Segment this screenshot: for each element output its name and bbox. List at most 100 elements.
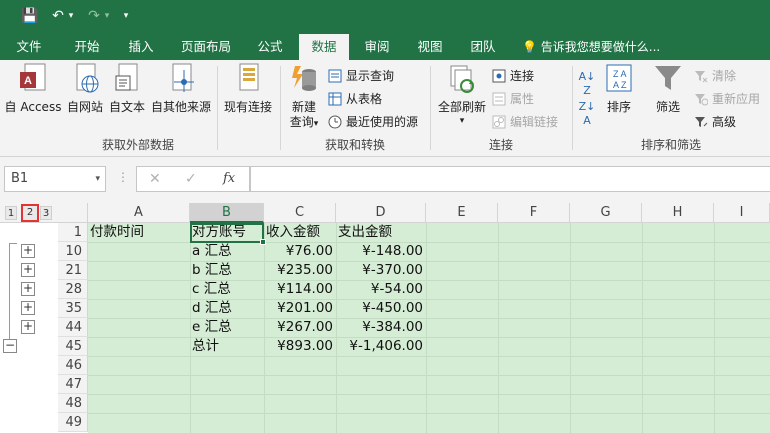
from-table-button[interactable]: 从表格	[328, 89, 382, 109]
outline-level-1-button[interactable]: 1	[5, 206, 17, 220]
existing-connections-button[interactable]: 现有连接	[220, 62, 276, 115]
outline-level-2-button[interactable]: 2	[21, 204, 39, 222]
cell-b44[interactable]: e 汇总	[192, 318, 264, 337]
expand-group-button[interactable]: +	[21, 244, 35, 258]
tab-home[interactable]: 开始	[60, 34, 114, 60]
connections-button[interactable]: 连接	[492, 66, 534, 86]
cell-b45[interactable]: 总计	[192, 337, 264, 356]
cell-a1[interactable]: 付款时间	[90, 223, 190, 242]
redo-icon[interactable]: ↷	[86, 6, 102, 26]
filter-button[interactable]: 筛选	[648, 62, 688, 115]
row-header[interactable]: 44	[58, 318, 88, 337]
enter-icon[interactable]: ✓	[185, 171, 197, 187]
expand-group-button[interactable]: +	[21, 282, 35, 296]
cell-c21[interactable]: ¥235.00	[264, 261, 336, 280]
from-table-label: 从表格	[346, 92, 383, 106]
cell-d35[interactable]: ¥-450.00	[336, 299, 426, 318]
cell-b28[interactable]: c 汇总	[192, 280, 264, 299]
cell-c44[interactable]: ¥267.00	[264, 318, 336, 337]
row-header[interactable]: 28	[58, 280, 88, 299]
redo-dropdown-icon[interactable]: ▾	[102, 6, 112, 26]
cell-c45[interactable]: ¥893.00	[264, 337, 336, 356]
recent-sources-button[interactable]: 最近使用的源	[328, 112, 418, 132]
properties-button[interactable]: 属性	[492, 89, 534, 109]
reapply-button[interactable]: 重新应用	[694, 89, 760, 109]
column-header-d[interactable]: D	[336, 203, 426, 223]
refresh-all-button[interactable]: 全部刷新 ▾	[434, 62, 490, 127]
cell-c28[interactable]: ¥114.00	[264, 280, 336, 299]
column-header-i[interactable]: I	[714, 203, 770, 223]
column-header-c[interactable]: C	[264, 203, 336, 223]
tab-layout[interactable]: 页面布局	[172, 34, 240, 60]
insert-function-icon[interactable]: fx	[223, 171, 235, 186]
clear-button[interactable]: 清除	[694, 66, 736, 86]
tab-insert[interactable]: 插入	[116, 34, 166, 60]
cell-d1[interactable]: 支出金额	[338, 223, 428, 242]
cell-d10[interactable]: ¥-148.00	[336, 242, 426, 261]
edit-links-button[interactable]: 编辑链接	[492, 112, 558, 132]
collapse-group-button[interactable]: −	[3, 339, 17, 353]
row-header[interactable]: 1	[58, 223, 88, 242]
from-text-button[interactable]: 自文本	[106, 62, 148, 115]
cell-c35[interactable]: ¥201.00	[264, 299, 336, 318]
cell-b10[interactable]: a 汇总	[192, 242, 264, 261]
tab-data[interactable]: 数据	[299, 34, 349, 60]
name-box-dropdown-icon[interactable]: ▾	[95, 167, 100, 191]
outline-level-3-button[interactable]: 3	[40, 206, 52, 220]
column-header-b[interactable]: B	[190, 203, 264, 223]
cell-d44[interactable]: ¥-384.00	[336, 318, 426, 337]
column-header-a[interactable]: A	[88, 203, 190, 223]
row-header[interactable]: 21	[58, 261, 88, 280]
row-header[interactable]: 10	[58, 242, 88, 261]
cell-c10[interactable]: ¥76.00	[264, 242, 336, 261]
column-header-g[interactable]: G	[570, 203, 642, 223]
tab-file[interactable]: 文件	[6, 34, 52, 60]
formula-buttons: ✕ ✓ fx	[136, 166, 250, 192]
undo-icon[interactable]: ↶	[50, 6, 66, 26]
from-web-button[interactable]: 自网站	[64, 62, 106, 115]
advanced-button[interactable]: 高级	[694, 112, 736, 132]
tab-review[interactable]: 审阅	[352, 34, 402, 60]
tab-team[interactable]: 团队	[458, 34, 508, 60]
from-other-sources-label: 自其他来源	[150, 100, 211, 114]
cell-d21[interactable]: ¥-370.00	[336, 261, 426, 280]
tab-formulas[interactable]: 公式	[246, 34, 294, 60]
worksheet-grid[interactable]: 付款时间 对方账号 收入金额 支出金额 a 汇总 ¥76.00 ¥-148.00…	[88, 223, 770, 433]
lightbulb-icon: 💡	[522, 40, 537, 54]
column-header-e[interactable]: E	[426, 203, 498, 223]
row-header[interactable]: 48	[58, 394, 88, 413]
row-header[interactable]: 46	[58, 356, 88, 375]
cell-d45[interactable]: ¥-1,406.00	[336, 337, 426, 356]
sort-ascending-button[interactable]: A↓ Z	[576, 70, 598, 98]
name-box[interactable]: B1 ▾	[4, 166, 106, 192]
cell-b35[interactable]: d 汇总	[192, 299, 264, 318]
row-header[interactable]: 35	[58, 299, 88, 318]
customize-quick-access-icon[interactable]: ▾	[120, 6, 132, 26]
new-query-button[interactable]: 新建 查询▾	[284, 62, 324, 131]
from-access-button[interactable]: A 自 Access	[4, 62, 62, 115]
save-icon[interactable]: 💾	[20, 6, 40, 26]
group-separator	[217, 66, 218, 150]
from-other-sources-button[interactable]: 自其他来源	[148, 62, 214, 115]
column-header-h[interactable]: H	[642, 203, 714, 223]
cancel-icon[interactable]: ✕	[149, 171, 161, 187]
cell-b21[interactable]: b 汇总	[192, 261, 264, 280]
formula-input[interactable]	[250, 166, 770, 192]
tell-me-box[interactable]: 💡 告诉我您想要做什么...	[522, 34, 660, 60]
expand-group-button[interactable]: +	[21, 301, 35, 315]
sort-descending-button[interactable]: Z↓ A	[576, 100, 598, 128]
formula-bar-grip-icon[interactable]: ⋮	[117, 170, 129, 184]
fill-handle[interactable]	[260, 239, 266, 245]
row-header[interactable]: 49	[58, 413, 88, 432]
row-header[interactable]: 45	[58, 337, 88, 356]
row-header[interactable]: 47	[58, 375, 88, 394]
column-header-f[interactable]: F	[498, 203, 570, 223]
show-queries-button[interactable]: 显示查询	[328, 66, 394, 86]
undo-dropdown-icon[interactable]: ▾	[66, 6, 76, 26]
expand-group-button[interactable]: +	[21, 263, 35, 277]
expand-group-button[interactable]: +	[21, 320, 35, 334]
cell-d28[interactable]: ¥-54.00	[336, 280, 426, 299]
tab-view[interactable]: 视图	[406, 34, 454, 60]
sort-button[interactable]: Z AA Z 排序	[602, 62, 636, 115]
select-all-corner[interactable]	[58, 203, 88, 223]
